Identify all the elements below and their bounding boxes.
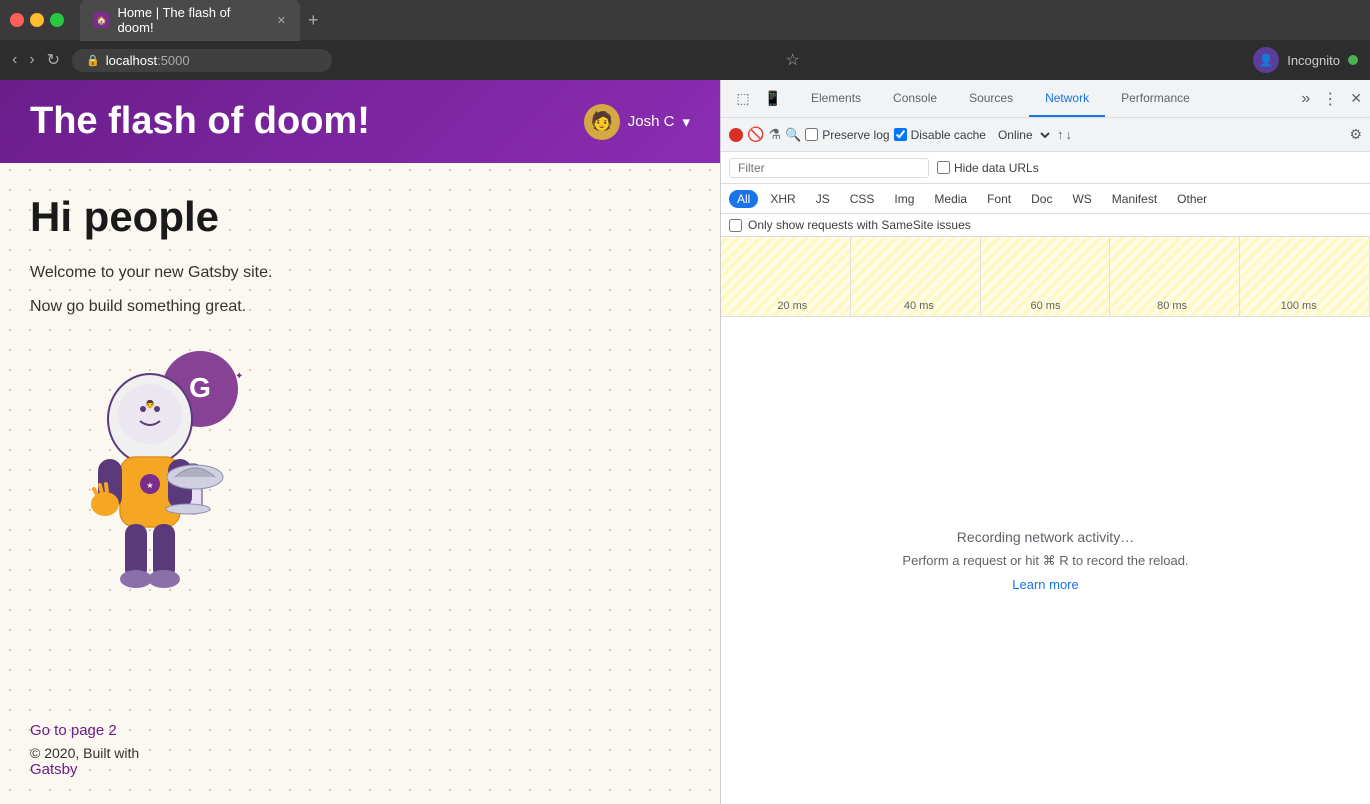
incognito-indicator xyxy=(1348,55,1358,65)
svg-text:★: ★ xyxy=(146,481,153,490)
tab-sources[interactable]: Sources xyxy=(953,80,1029,117)
more-tabs-button[interactable]: » xyxy=(1293,80,1318,117)
type-css-button[interactable]: CSS xyxy=(842,190,883,208)
timeline-label-2: 40 ms xyxy=(856,300,983,312)
lock-icon: 🔒 xyxy=(86,54,100,67)
throttle-select[interactable]: Online xyxy=(990,127,1053,143)
webpage: The flash of doom! 🧑 Josh C ▾ Hi people … xyxy=(0,80,720,804)
recording-hint: Perform a request or hit ⌘ R to record t… xyxy=(902,553,1188,569)
astronaut-illustration: G ✦ ✦ 👨 ★ xyxy=(30,329,690,634)
export-button[interactable]: ↓ xyxy=(1065,127,1072,142)
type-manifest-button[interactable]: Manifest xyxy=(1104,190,1165,208)
user-avatar: 🧑 xyxy=(584,104,620,140)
site-header: The flash of doom! 🧑 Josh C ▾ xyxy=(0,80,720,163)
site-footer: Go to page 2 © 2020, Built with Gatsby xyxy=(0,712,720,804)
profile-area: 👤 Incognito xyxy=(1253,47,1358,73)
devtools-panel: ⬚ 📱 Elements Console Sources Network Per… xyxy=(720,80,1370,804)
type-xhr-button[interactable]: XHR xyxy=(762,190,803,208)
disable-cache-checkbox[interactable]: Disable cache xyxy=(894,128,986,142)
timeline-label-4: 80 ms xyxy=(1109,300,1236,312)
profile-avatar[interactable]: 👤 xyxy=(1253,47,1279,73)
inspect-element-button[interactable]: ⬚ xyxy=(729,85,757,113)
tab-close-button[interactable]: ✕ xyxy=(277,14,286,27)
record-button[interactable] xyxy=(729,128,743,142)
learn-more-link[interactable]: Learn more xyxy=(1012,577,1078,592)
forward-button[interactable]: › xyxy=(29,51,34,69)
type-js-button[interactable]: JS xyxy=(808,190,838,208)
tab-favicon: 🏠 xyxy=(94,12,109,28)
filter-button[interactable]: ⚗ xyxy=(768,126,781,143)
samesite-bar: Only show requests with SameSite issues xyxy=(721,214,1370,237)
new-tab-button[interactable]: + xyxy=(308,10,319,31)
recording-status: Recording network activity… xyxy=(957,529,1134,545)
timeline-label-1: 20 ms xyxy=(729,300,856,312)
chevron-down-icon: ▾ xyxy=(682,113,690,131)
filter-bar: Hide data URLs xyxy=(721,152,1370,184)
svg-text:👨: 👨 xyxy=(145,399,155,409)
samesite-checkbox[interactable]: Only show requests with SameSite issues xyxy=(729,218,971,232)
type-doc-button[interactable]: Doc xyxy=(1023,190,1060,208)
paragraph-2: Now go build something great. xyxy=(30,295,690,319)
address-bar: ‹ › ↻ 🔒 localhost:5000 ☆ 👤 Incognito xyxy=(0,40,1370,80)
minimize-traffic-light[interactable] xyxy=(30,13,44,27)
fullscreen-traffic-light[interactable] xyxy=(50,13,64,27)
tab-elements[interactable]: Elements xyxy=(795,80,877,117)
network-empty-state: Recording network activity… Perform a re… xyxy=(721,317,1370,804)
site-content: Hi people Welcome to your new Gatsby sit… xyxy=(0,163,720,712)
type-filter-bar: All XHR JS CSS Img Media Font Doc WS Man… xyxy=(721,184,1370,214)
title-bar: 🏠 Home | The flash of doom! ✕ + xyxy=(0,0,1370,40)
url-bar[interactable]: 🔒 localhost:5000 xyxy=(72,49,332,72)
network-settings-button[interactable]: ⚙ xyxy=(1349,126,1362,143)
tab-bar: 🏠 Home | The flash of doom! ✕ + xyxy=(80,0,1360,41)
devtools-close-button[interactable]: ✕ xyxy=(1342,80,1370,117)
import-export-buttons: ↑ ↓ xyxy=(1057,127,1072,142)
svg-text:G: G xyxy=(189,372,211,403)
tab-title: Home | The flash of doom! xyxy=(117,5,264,35)
tab-console[interactable]: Console xyxy=(877,80,953,117)
url-text: localhost:5000 xyxy=(106,53,190,68)
main-area: The flash of doom! 🧑 Josh C ▾ Hi people … xyxy=(0,80,1370,804)
reload-button[interactable]: ↻ xyxy=(47,50,60,70)
footer-copyright: © 2020, Built with Gatsby xyxy=(30,745,690,778)
clear-button[interactable]: 🚫 xyxy=(747,126,764,143)
traffic-lights xyxy=(10,13,64,27)
profile-name: Incognito xyxy=(1287,53,1340,68)
bookmark-icon[interactable]: ☆ xyxy=(785,50,799,70)
user-name: Josh C xyxy=(628,113,675,130)
hero-heading: Hi people xyxy=(30,193,690,241)
back-button[interactable]: ‹ xyxy=(12,51,17,69)
browser-chrome: 🏠 Home | The flash of doom! ✕ + ‹ › ↻ 🔒 … xyxy=(0,0,1370,80)
type-font-button[interactable]: Font xyxy=(979,190,1019,208)
device-toggle-button[interactable]: 📱 xyxy=(759,85,787,113)
tabs-spacer xyxy=(1206,80,1294,117)
go-to-page-2-link[interactable]: Go to page 2 xyxy=(30,722,690,739)
site-title: The flash of doom! xyxy=(30,100,370,143)
timeline-label-5: 100 ms xyxy=(1235,300,1362,312)
type-other-button[interactable]: Other xyxy=(1169,190,1215,208)
type-img-button[interactable]: Img xyxy=(886,190,922,208)
type-ws-button[interactable]: WS xyxy=(1064,190,1099,208)
tab-performance[interactable]: Performance xyxy=(1105,80,1206,117)
type-all-button[interactable]: All xyxy=(729,190,758,208)
type-media-button[interactable]: Media xyxy=(926,190,975,208)
devtools-tabs: ⬚ 📱 Elements Console Sources Network Per… xyxy=(721,80,1370,118)
hide-data-urls-checkbox[interactable]: Hide data URLs xyxy=(937,161,1039,175)
preserve-log-checkbox[interactable]: Preserve log xyxy=(805,128,889,142)
filter-input[interactable] xyxy=(729,158,929,178)
network-toolbar: 🚫 ⚗ 🔍 Preserve log Disable cache Online … xyxy=(721,118,1370,152)
tab-network[interactable]: Network xyxy=(1029,80,1105,117)
user-menu[interactable]: 🧑 Josh C ▾ xyxy=(584,104,690,140)
gatsby-link[interactable]: Gatsby xyxy=(30,761,690,778)
import-button[interactable]: ↑ xyxy=(1057,127,1064,142)
paragraph-1: Welcome to your new Gatsby site. xyxy=(30,261,690,285)
devtools-icon-bar: ⬚ 📱 xyxy=(721,80,795,117)
timeline-area: 20 ms 40 ms 60 ms 80 ms 100 ms xyxy=(721,237,1370,317)
svg-text:✦: ✦ xyxy=(235,371,243,382)
search-button[interactable]: 🔍 xyxy=(785,127,801,143)
close-traffic-light[interactable] xyxy=(10,13,24,27)
devtools-menu-button[interactable]: ⋮ xyxy=(1318,80,1342,117)
timeline-label-3: 60 ms xyxy=(982,300,1109,312)
active-tab[interactable]: 🏠 Home | The flash of doom! ✕ xyxy=(80,0,300,41)
